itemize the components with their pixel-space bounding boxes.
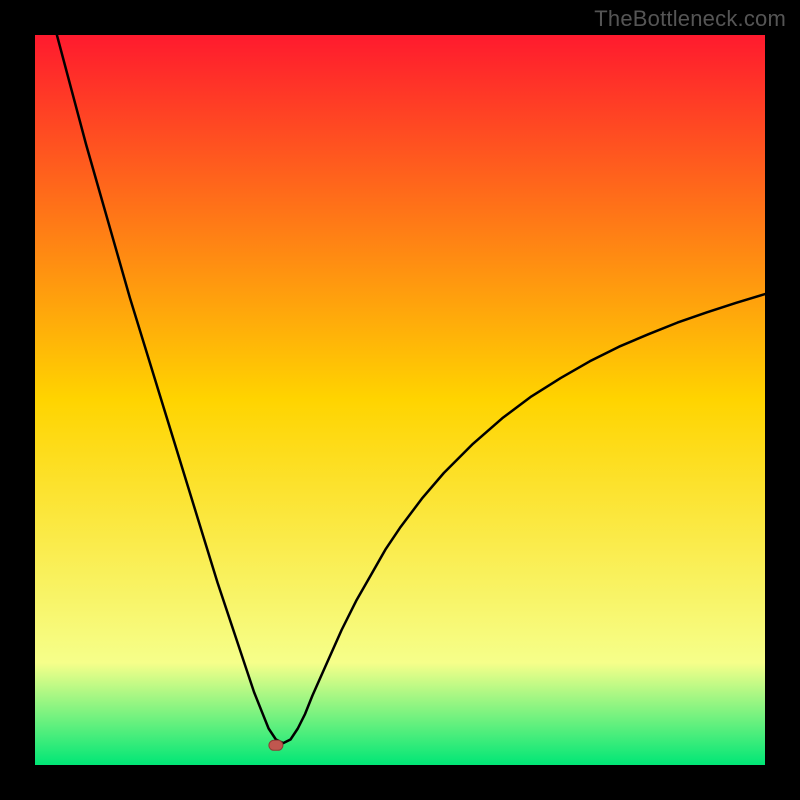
bottleneck-chart [35,35,765,765]
gradient-background [35,35,765,765]
watermark-text: TheBottleneck.com [594,6,786,32]
chart-frame: TheBottleneck.com [0,0,800,800]
optimal-marker [269,740,283,750]
